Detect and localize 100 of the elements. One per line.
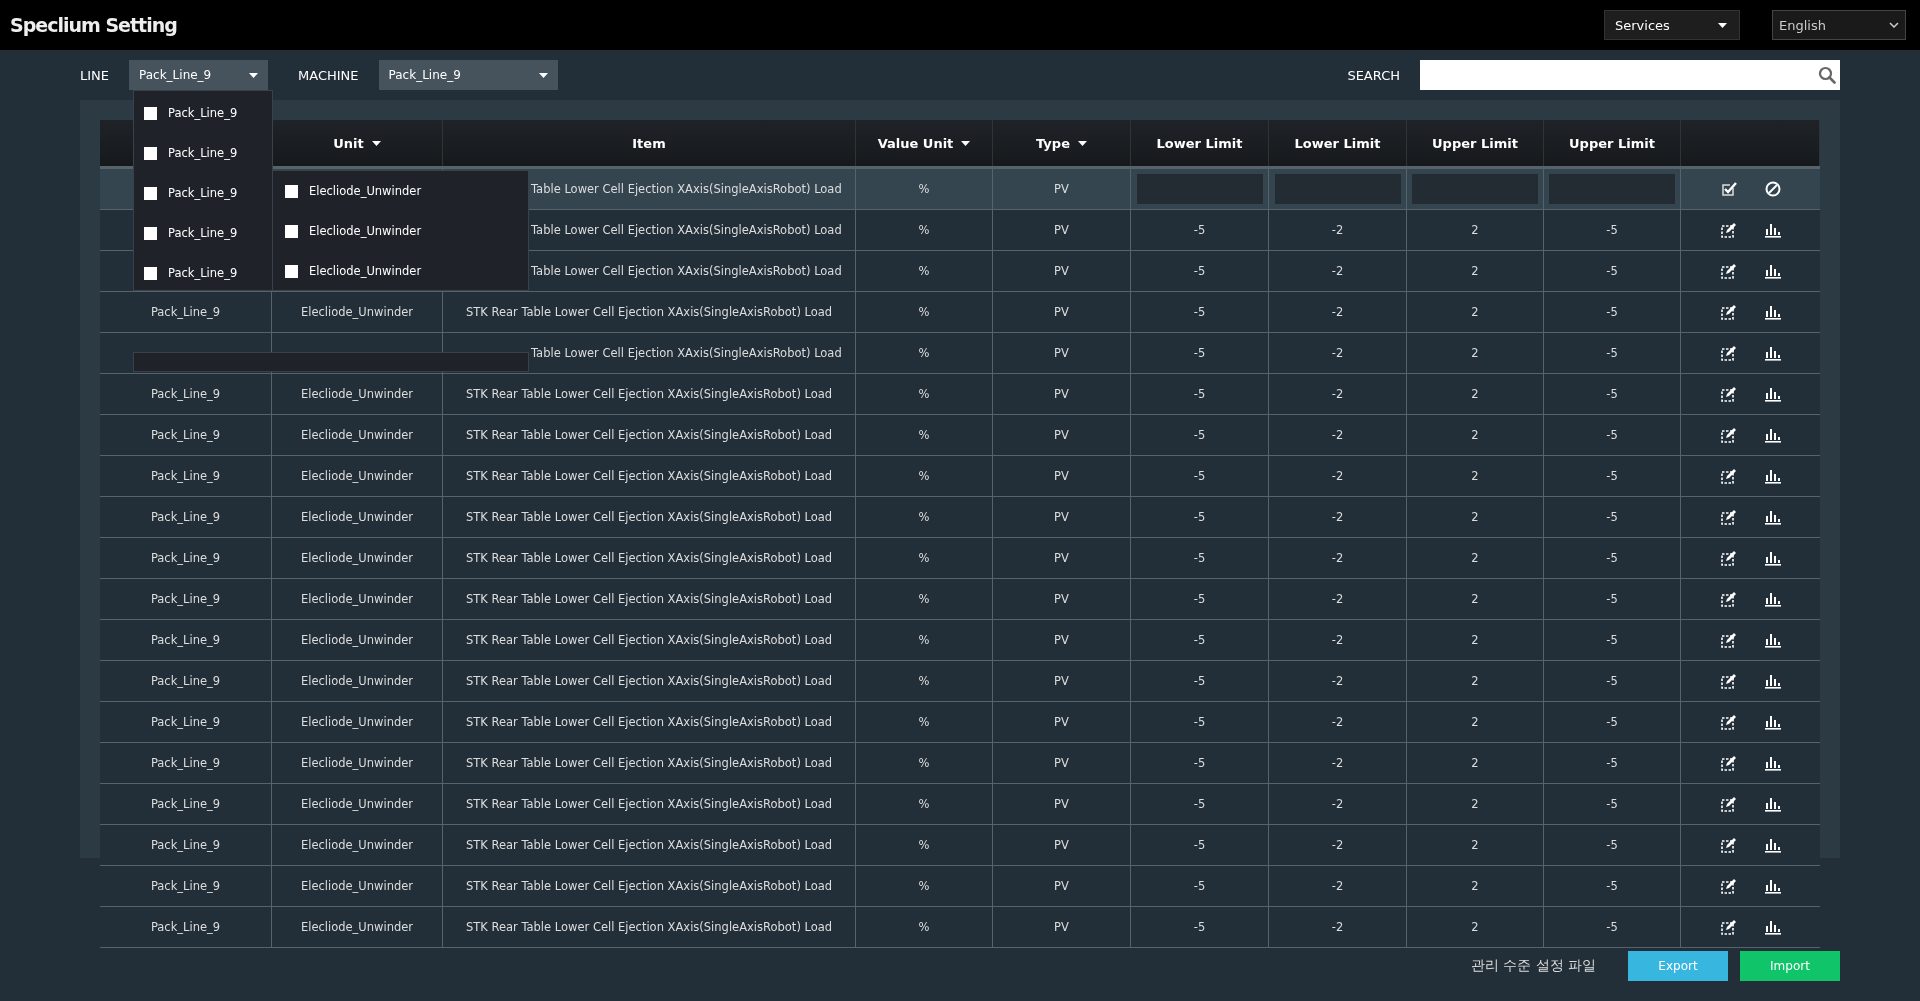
checkbox-confirm-icon[interactable] [1720, 181, 1737, 197]
checkbox[interactable] [144, 146, 157, 160]
bar-chart-icon[interactable] [1764, 755, 1781, 771]
dropdown-option[interactable]: Elecliode_Unwinder [273, 251, 528, 291]
limit-input-field[interactable] [1412, 174, 1538, 204]
table-cell: -5 [1193, 305, 1206, 319]
bar-chart-icon[interactable] [1764, 509, 1781, 525]
bar-chart-icon[interactable] [1764, 632, 1781, 648]
bar-chart-icon[interactable] [1764, 222, 1781, 238]
edit-icon[interactable] [1720, 919, 1737, 935]
table-cell: -2 [1331, 838, 1344, 852]
machine-select[interactable]: Pack_Line_9 [378, 60, 558, 90]
bar-chart-icon[interactable] [1764, 919, 1781, 935]
table-cell: Elecliode_Unwinder [300, 305, 414, 319]
services-dropdown[interactable]: Services [1604, 10, 1740, 40]
checkbox[interactable] [285, 264, 298, 278]
checkbox[interactable] [144, 226, 157, 240]
file-caption: 관리 수준 설정 파일 [1470, 957, 1596, 975]
dropdown-option[interactable]: Pack_Line_9 [134, 173, 272, 213]
bar-chart-icon[interactable] [1764, 550, 1781, 566]
table-cell: -5 [1193, 920, 1206, 934]
cancel-icon[interactable] [1764, 181, 1781, 197]
edit-icon[interactable] [1720, 468, 1737, 484]
bar-chart-icon[interactable] [1764, 796, 1781, 812]
bar-chart-icon[interactable] [1764, 673, 1781, 689]
edit-icon[interactable] [1720, 837, 1737, 853]
bar-chart-icon[interactable] [1764, 837, 1781, 853]
table-cell: Elecliode_Unwinder [300, 469, 414, 483]
search-label: SEARCH [1347, 67, 1400, 83]
bar-chart-icon[interactable] [1764, 386, 1781, 402]
dropdown-option[interactable]: Pack_Line_9 [134, 93, 272, 133]
table-cell: Table Lower Cell Ejection XAxis(SingleAxisRobot) Load [531, 182, 842, 196]
limit-input-field[interactable] [1274, 174, 1401, 204]
edit-icon[interactable] [1720, 755, 1737, 771]
checkbox[interactable] [144, 186, 157, 200]
table-cell: -5 [1606, 756, 1618, 770]
table-cell: STK Rear Table Lower Cell Ejection XAxis(SingleAxisRobot) Load [465, 510, 833, 524]
table-cell: 2 [1471, 592, 1479, 606]
limit-input-field[interactable] [1136, 174, 1263, 204]
edit-icon[interactable] [1720, 304, 1737, 320]
table-cell: Table Lower Cell Ejection XAxis(SingleAxisRobot) Load [531, 346, 842, 360]
edit-icon[interactable] [1720, 550, 1737, 566]
table-cell: 2 [1471, 838, 1479, 852]
bar-chart-icon[interactable] [1764, 263, 1781, 279]
table-cell: -5 [1606, 879, 1618, 893]
table-cell: -5 [1606, 305, 1618, 319]
edit-icon[interactable] [1720, 632, 1737, 648]
edit-icon[interactable] [1720, 878, 1737, 894]
bar-chart-icon[interactable] [1764, 427, 1781, 443]
bar-chart-icon[interactable] [1764, 714, 1781, 730]
bar-chart-icon[interactable] [1764, 591, 1781, 607]
language-select[interactable]: English [1772, 10, 1906, 40]
dropdown-option[interactable]: Pack_Line_9 [134, 213, 272, 253]
table-cell: % [918, 756, 930, 770]
edit-icon[interactable] [1720, 386, 1737, 402]
search-icon[interactable] [1818, 66, 1836, 84]
table-cell: -2 [1331, 715, 1344, 729]
bar-chart-icon[interactable] [1764, 468, 1781, 484]
line-select[interactable]: Pack_Line_9 [129, 60, 268, 90]
table-cell: STK Rear Table Lower Cell Ejection XAxis(SingleAxisRobot) Load [465, 387, 833, 401]
edit-icon[interactable] [1720, 263, 1737, 279]
table-cell: -5 [1606, 469, 1618, 483]
column-header[interactable]: Value Unit [856, 120, 993, 166]
table-cell: 2 [1471, 879, 1479, 893]
table-cell: Elecliode_Unwinder [300, 633, 414, 647]
caret-icon [538, 72, 548, 78]
bar-chart-icon[interactable] [1764, 878, 1781, 894]
table-cell: -5 [1606, 674, 1618, 688]
dropdown-option[interactable]: Pack_Line_9 [134, 133, 272, 173]
search-field[interactable] [1420, 60, 1840, 90]
table-cell: Table Lower Cell Ejection XAxis(SingleAxisRobot) Load [531, 264, 842, 278]
edit-icon[interactable] [1720, 509, 1737, 525]
limit-input-field[interactable] [1549, 174, 1675, 204]
bar-chart-icon[interactable] [1764, 304, 1781, 320]
edit-icon[interactable] [1720, 427, 1737, 443]
table-cell: Elecliode_Unwinder [300, 592, 414, 606]
checkbox[interactable] [285, 224, 298, 238]
dropdown-option[interactable]: Elecliode_Unwinder [273, 211, 528, 251]
checkbox[interactable] [285, 184, 298, 198]
machine-label: MACHINE [298, 67, 359, 83]
table-cell: PV [1054, 469, 1069, 483]
column-header[interactable]: Type [993, 120, 1131, 166]
edit-icon[interactable] [1720, 796, 1737, 812]
dropdown-option[interactable]: Pack_Line_9 [134, 253, 272, 293]
checkbox[interactable] [144, 106, 157, 120]
dropdown-option[interactable]: Elecliode_Unwinder [273, 171, 528, 211]
table-cell: 2 [1471, 346, 1479, 360]
bar-chart-icon[interactable] [1764, 345, 1781, 361]
edit-icon[interactable] [1720, 222, 1737, 238]
checkbox[interactable] [144, 266, 157, 280]
table-cell: -5 [1606, 715, 1618, 729]
edit-icon[interactable] [1720, 714, 1737, 730]
edit-icon[interactable] [1720, 673, 1737, 689]
edit-icon[interactable] [1720, 591, 1737, 607]
table-cell: PV [1054, 182, 1069, 196]
table-cell: % [918, 428, 930, 442]
table-cell: -5 [1193, 551, 1206, 565]
table-cell: Pack_Line_9 [150, 838, 221, 852]
table-cell: -5 [1606, 264, 1618, 278]
edit-icon[interactable] [1720, 345, 1737, 361]
